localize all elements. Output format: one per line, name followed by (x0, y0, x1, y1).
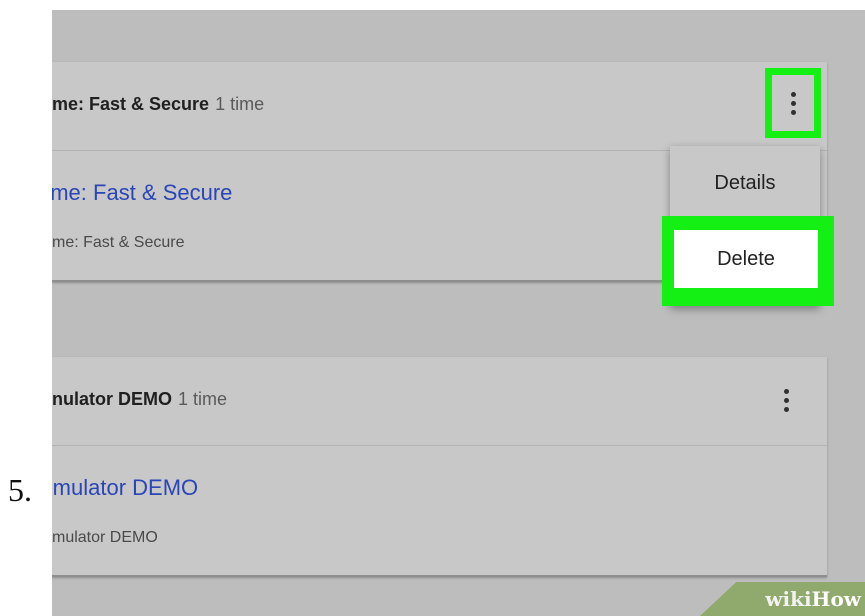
history-card-2: nulator DEMO 1 time Emulator DEMO mulator… (52, 357, 827, 577)
more-vert-icon (790, 91, 796, 115)
card-title: nulator DEMO 1 time (52, 389, 227, 410)
page: 5. me: Fast & Secure 1 time ome: Fast & S… (0, 0, 865, 616)
visit-count: 1 time (178, 389, 228, 409)
more-options-button[interactable] (765, 379, 807, 421)
card-header: me: Fast & Secure 1 time (52, 62, 827, 151)
wikihow-watermark: wiki How (700, 582, 865, 616)
menu-item-details[interactable]: Details (670, 172, 820, 195)
history-link[interactable]: Emulator DEMO (52, 475, 198, 501)
watermark-wiki: wiki (765, 587, 812, 611)
history-subtitle: mulator DEMO (52, 529, 158, 546)
screenshot-area: me: Fast & Secure 1 time ome: Fast & Secu… (52, 10, 865, 616)
card-title-text: nulator DEMO (52, 389, 172, 409)
visit-count: 1 time (215, 94, 265, 114)
watermark-how: How (811, 587, 861, 611)
more-options-button[interactable] (765, 68, 821, 138)
card-title-text: me: Fast & Secure (52, 94, 210, 114)
step-number: 5. (8, 472, 32, 508)
card-header: nulator DEMO 1 time (52, 357, 827, 446)
menu-item-delete[interactable]: Delete (674, 230, 818, 288)
history-link[interactable]: ome: Fast & Secure (52, 180, 232, 206)
card-title: me: Fast & Secure 1 time (52, 94, 264, 115)
delete-highlight: Delete (662, 216, 834, 306)
card-divider (52, 575, 827, 577)
history-subtitle: me: Fast & Secure (52, 234, 185, 251)
more-options-inner (772, 75, 814, 131)
more-vert-icon (783, 388, 789, 412)
